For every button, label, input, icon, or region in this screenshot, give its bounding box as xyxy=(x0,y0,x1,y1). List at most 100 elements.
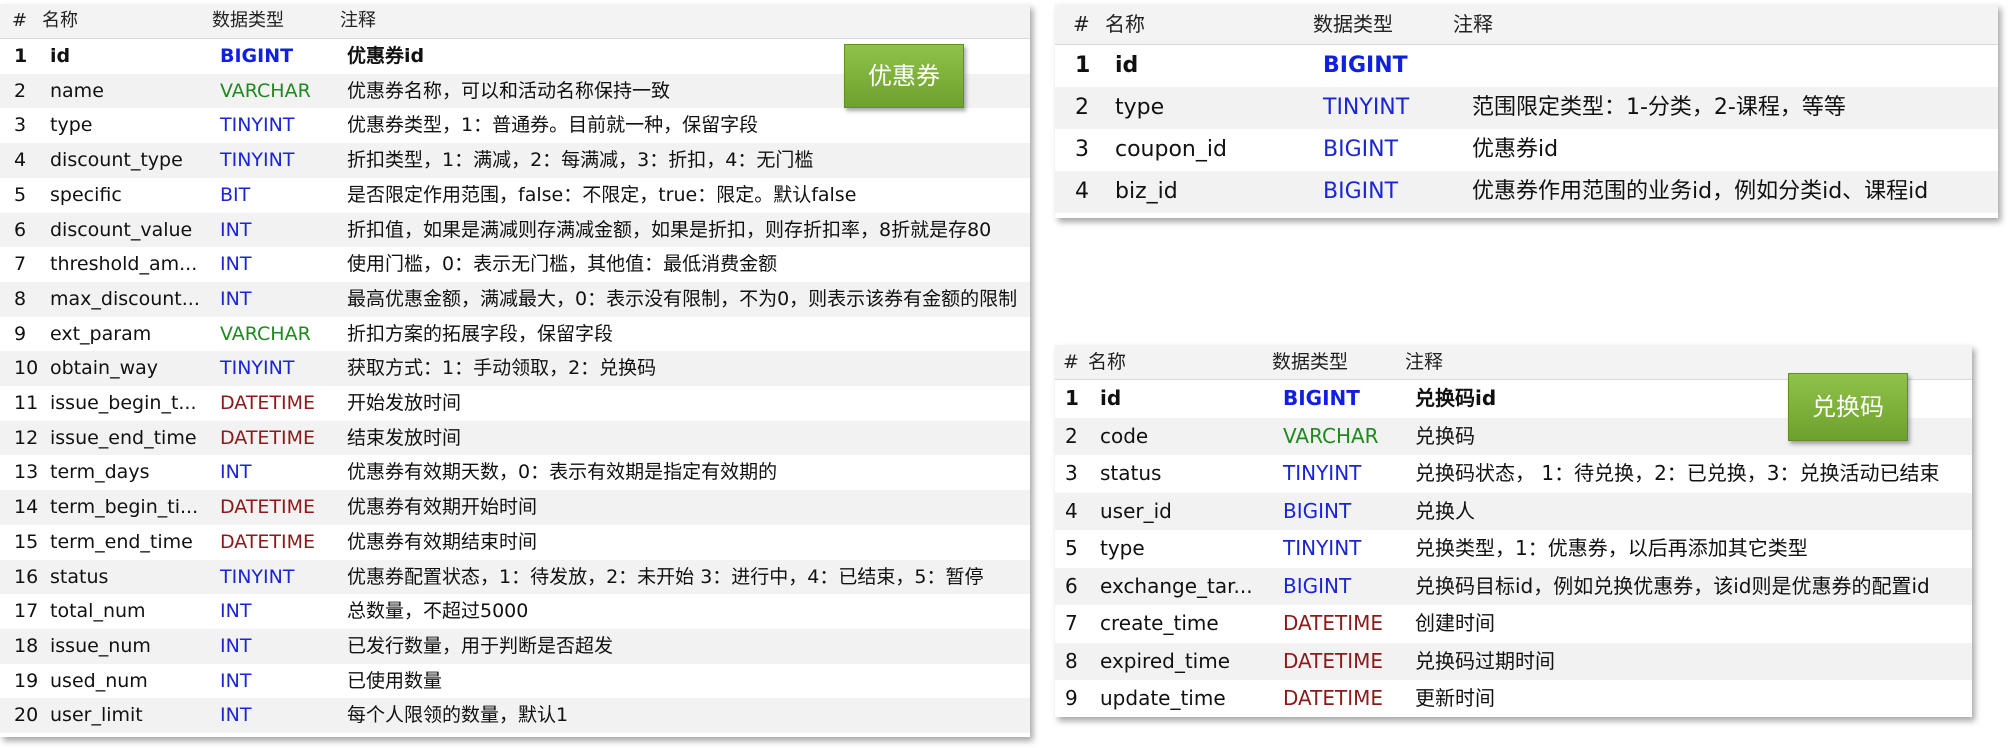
comment-cell: 获取方式：1：手动领取，2：兑换码 xyxy=(347,357,657,380)
column-name-cell: user_limit xyxy=(50,704,143,727)
table-row[interactable]: 4 biz_id BIGINT 优惠券作用范围的业务id，例如分类id、课程id xyxy=(1055,171,1998,213)
table-row[interactable]: 4 user_id BIGINT 兑换人 xyxy=(1055,492,1972,530)
data-type-cell: TINYINT xyxy=(1283,536,1362,560)
column-name-cell: update_time xyxy=(1100,686,1226,710)
table-row[interactable]: 9 ext_param VARCHAR 折扣方案的拓展字段，保留字段 xyxy=(0,317,1030,352)
row-number: 16 xyxy=(14,565,39,588)
comment-cell: 范围限定类型：1-分类，2-课程，等等 xyxy=(1472,95,1846,120)
column-name-cell: status xyxy=(50,565,109,588)
row-number: 6 xyxy=(14,218,27,241)
table-row[interactable]: 14 term_begin_ti... DATETIME 优惠券有效期开始时间 xyxy=(0,490,1030,525)
data-type-cell: BIGINT xyxy=(1283,573,1352,598)
header-comment[interactable]: 注释 xyxy=(1405,345,1443,379)
data-type-cell: TINYINT xyxy=(220,149,295,172)
table-row[interactable]: 9 update_time DATETIME 更新时间 xyxy=(1055,680,1972,717)
header-comment[interactable]: 注释 xyxy=(340,4,376,38)
comment-cell: 折扣类型，1：满减，2：每满减，3：折扣，4：无门槛 xyxy=(347,149,814,172)
table-row[interactable]: 8 expired_time DATETIME 兑换码过期时间 xyxy=(1055,642,1972,680)
column-name-cell: biz_id xyxy=(1115,179,1178,204)
header-type[interactable]: 数据类型 xyxy=(1272,345,1348,379)
table-row[interactable]: 13 term_days INT 优惠券有效期天数，0：表示有效期是指定有效期的 xyxy=(0,455,1030,490)
header-type[interactable]: 数据类型 xyxy=(212,4,284,38)
header-num[interactable]: # xyxy=(1073,4,1090,44)
table-row[interactable]: 3 type TINYINT 优惠券类型，1：普通券。目前就一种，保留字段 xyxy=(0,108,1030,143)
header-name[interactable]: 名称 xyxy=(1088,345,1126,379)
table-row[interactable]: 6 discount_value INT 折扣值，如果是满减则存满减金额，如果是折扣，… xyxy=(0,212,1030,248)
row-number: 1 xyxy=(14,45,28,67)
table-row[interactable]: 4 discount_type TINYINT 折扣类型，1：满减，2：每满减，3：折… xyxy=(0,143,1030,178)
coupon-badge: 优惠券 xyxy=(844,44,964,108)
row-number: 3 xyxy=(1075,137,1089,162)
data-type-cell: BIGINT xyxy=(220,45,294,67)
coupon-scope-table-panel: # 名称 数据类型 注释 1 id BIGINT 2 type TINYINT 范围限定类型… xyxy=(1055,4,1998,218)
comment-cell: 优惠券作用范围的业务id，例如分类id、课程id xyxy=(1472,179,1929,204)
table-row[interactable]: 15 term_end_time DATETIME 优惠券有效期结束时间 xyxy=(0,525,1030,560)
row-number: 18 xyxy=(14,634,39,657)
table-row[interactable]: 20 user_limit INT 每个人限领的数量，默认1 xyxy=(0,698,1030,733)
table-row[interactable]: 7 create_time DATETIME 创建时间 xyxy=(1055,605,1972,643)
table-row[interactable]: 6 exchange_tar... BIGINT 兑换码目标id，例如兑换优惠券，该i… xyxy=(1055,567,1972,605)
row-number: 5 xyxy=(1065,536,1078,560)
row-number: 3 xyxy=(1065,461,1078,485)
comment-cell: 折扣值，如果是满减则存满减金额，如果是折扣，则存折扣率，8折就是存80 xyxy=(347,218,992,241)
comment-cell: 优惠券名称，可以和活动名称保持一致 xyxy=(347,79,671,102)
exchange-code-table-panel: # 名称 数据类型 注释 1 id BIGINT 兑换码id 2 code VARCHAR 兑… xyxy=(1055,345,1972,717)
data-type-cell: TINYINT xyxy=(1283,461,1362,485)
column-name-cell: status xyxy=(1100,461,1162,485)
table-row[interactable]: 7 threshold_am... INT 使用门槛，0：表示无门槛，其他值：最低消费… xyxy=(0,247,1030,282)
data-type-cell: DATETIME xyxy=(1283,686,1384,710)
table-row[interactable]: 3 coupon_id BIGINT 优惠券id xyxy=(1055,129,1998,171)
data-type-cell: INT xyxy=(220,287,252,310)
data-type-cell: DATETIME xyxy=(1283,648,1384,673)
row-number: 9 xyxy=(1065,686,1078,710)
column-name-cell: total_num xyxy=(50,600,146,623)
table-row[interactable]: 17 total_num INT 总数量，不超过5000 xyxy=(0,594,1030,629)
row-number: 6 xyxy=(1065,573,1078,598)
table-row[interactable]: 16 status TINYINT 优惠券配置状态，1：待发放，2：未开始 3：进行中… xyxy=(0,559,1030,595)
data-type-cell: INT xyxy=(220,218,252,241)
data-type-cell: INT xyxy=(220,461,252,484)
header-num[interactable]: # xyxy=(12,4,27,38)
column-name-cell: discount_type xyxy=(50,149,183,172)
table-row[interactable]: 5 type TINYINT 兑换类型，1：优惠券，以后再添加其它类型 xyxy=(1055,530,1972,568)
data-type-cell: BIT xyxy=(220,183,251,206)
comment-cell: 优惠券有效期天数，0：表示有效期是指定有效期的 xyxy=(347,461,778,484)
table-row[interactable]: 2 type TINYINT 范围限定类型：1-分类，2-课程，等等 xyxy=(1055,87,1998,129)
column-name-cell: id xyxy=(1115,53,1139,78)
data-type-cell: DATETIME xyxy=(220,392,316,414)
data-type-cell: INT xyxy=(220,704,252,727)
data-type-cell: VARCHAR xyxy=(220,322,311,345)
row-number: 4 xyxy=(14,149,27,172)
row-number: 12 xyxy=(14,426,39,449)
comment-cell: 优惠券有效期开始时间 xyxy=(347,496,538,519)
column-name-cell: issue_num xyxy=(50,634,151,657)
table-row[interactable]: 18 issue_num INT 已发行数量，用于判断是否超发 xyxy=(0,628,1030,664)
table-row[interactable]: 1 id BIGINT xyxy=(1055,45,1998,87)
header-name[interactable]: 名称 xyxy=(1105,4,1145,44)
comment-cell: 结束发放时间 xyxy=(347,426,462,449)
data-type-cell: BIGINT xyxy=(1323,137,1399,162)
row-number: 2 xyxy=(1075,95,1089,120)
comment-cell: 兑换码 xyxy=(1415,423,1475,448)
table-row[interactable]: 8 max_discount... INT 最高优惠金额，满减最大，0：表示没有限制，… xyxy=(0,281,1030,317)
table-row[interactable]: 12 issue_end_time DATETIME 结束发放时间 xyxy=(0,420,1030,456)
row-number: 8 xyxy=(14,287,27,310)
data-type-cell: INT xyxy=(220,600,252,623)
comment-cell: 更新时间 xyxy=(1415,686,1495,710)
comment-cell: 是否限定作用范围，false：不限定，true：限定。默认false xyxy=(347,183,857,206)
row-number: 1 xyxy=(1065,386,1079,410)
table-row[interactable]: 3 status TINYINT 兑换码状态， 1：待兑换，2：已兑换，3：兑换活动已… xyxy=(1055,455,1972,493)
comment-cell: 每个人限领的数量，默认1 xyxy=(347,704,569,727)
row-number: 13 xyxy=(14,461,39,484)
header-num[interactable]: # xyxy=(1063,345,1079,379)
table-row[interactable]: 10 obtain_way TINYINT 获取方式：1：手动领取，2：兑换码 xyxy=(0,351,1030,386)
header-comment[interactable]: 注释 xyxy=(1453,4,1493,44)
header-name[interactable]: 名称 xyxy=(42,4,78,38)
row-number: 8 xyxy=(1065,648,1078,673)
column-name-cell: code xyxy=(1100,423,1149,448)
table-row[interactable]: 19 used_num INT 已使用数量 xyxy=(0,664,1030,699)
comment-cell: 折扣方案的拓展字段，保留字段 xyxy=(347,322,614,345)
table-row[interactable]: 5 specific BIT 是否限定作用范围，false：不限定，true：限定。默… xyxy=(0,178,1030,213)
table-row[interactable]: 11 issue_begin_t... DATETIME 开始发放时间 xyxy=(0,386,1030,421)
header-type[interactable]: 数据类型 xyxy=(1313,4,1393,44)
